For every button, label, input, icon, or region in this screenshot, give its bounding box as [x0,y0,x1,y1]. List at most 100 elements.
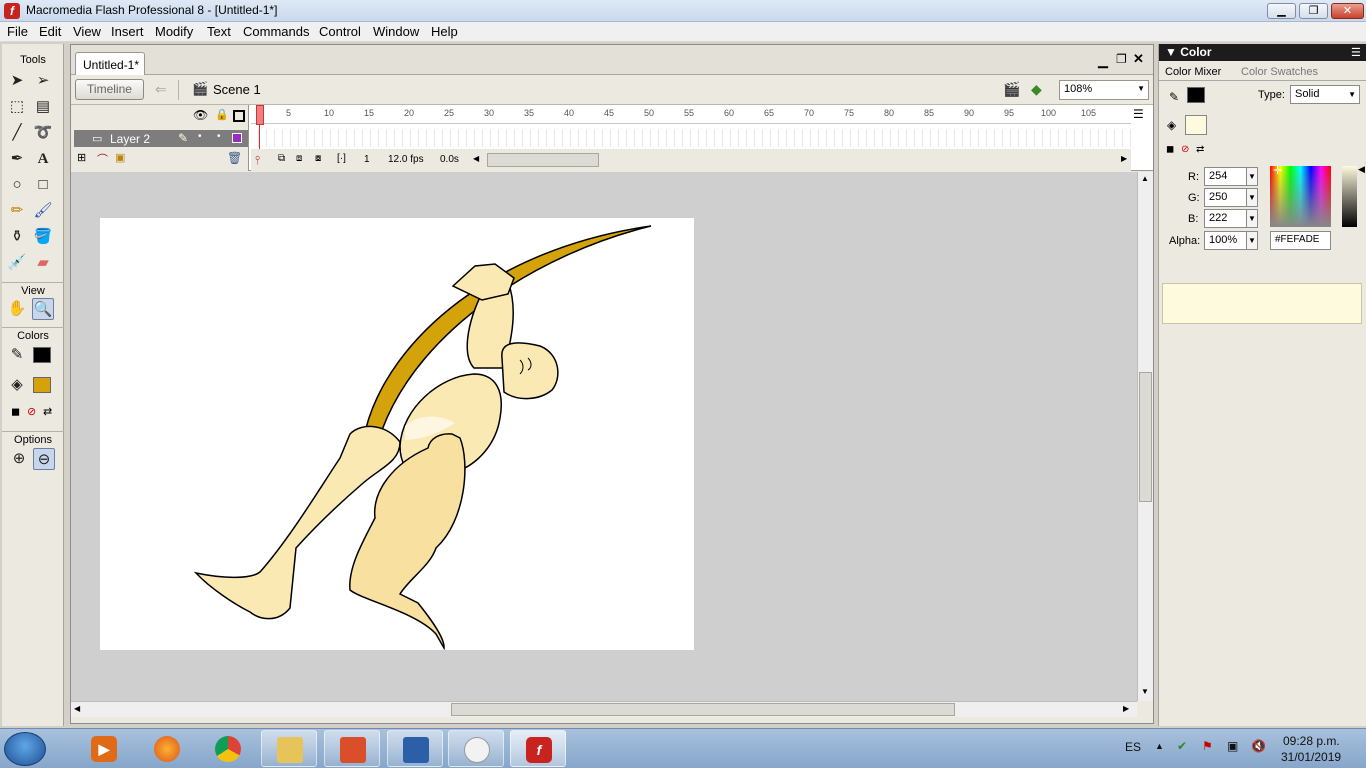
color-panel-header[interactable]: ▼ Color [1159,44,1366,61]
menu-insert[interactable]: Insert [111,24,144,39]
line-tool-icon[interactable]: ╱ [6,122,28,144]
doc-close-icon[interactable]: ✕ [1133,51,1144,67]
alpha-input[interactable]: 100% [1204,231,1248,250]
hand-tool-icon[interactable]: ✋ [6,298,28,320]
insert-layer-icon[interactable]: ⊞ [77,151,86,164]
edit-multiple-frames-icon[interactable]: ⧇ [315,153,321,164]
pen-tool-icon[interactable]: ✒ [6,148,28,170]
taskbar-media-player[interactable]: ▶ [76,730,132,767]
center-frame-icon[interactable]: ⫯ [255,153,260,168]
tray-expand-icon[interactable]: ▲ [1155,741,1164,751]
tab-color-swatches[interactable]: Color Swatches [1241,66,1318,78]
hscroll-thumb[interactable] [451,703,955,716]
zoom-in-icon[interactable]: ⊕ [8,448,30,470]
subselection-tool-icon[interactable]: ➢ [32,70,54,92]
taskbar-document[interactable] [387,730,443,767]
menu-modify[interactable]: Modify [155,24,193,39]
lock-dot-icon[interactable]: • [217,131,221,142]
language-indicator[interactable]: ES [1125,740,1141,754]
menu-edit[interactable]: Edit [39,24,61,39]
free-transform-tool-icon[interactable]: ⬚ [6,96,28,118]
menu-control[interactable]: Control [319,24,361,39]
clock-time[interactable]: 09:28 p.m. [1283,734,1340,748]
text-tool-icon[interactable]: A [32,148,54,170]
timeline-menu-icon[interactable]: ☰ [1133,107,1144,121]
flag-icon[interactable]: ⚑ [1202,739,1213,753]
scroll-right-icon[interactable]: ▶ [1121,154,1127,163]
taskbar-firefox[interactable] [139,730,195,767]
menu-window[interactable]: Window [373,24,419,39]
eyedropper-tool-icon[interactable]: 💉 [6,252,28,274]
r-slider-button[interactable]: ▼ [1246,167,1258,186]
taskbar-paint[interactable] [448,730,504,767]
add-guide-icon[interactable]: ⌒ [97,151,108,167]
swap-colors-icon[interactable]: ⇄ [43,405,52,418]
no-color-icon[interactable]: ⊘ [27,405,36,418]
delete-layer-icon[interactable]: 🗑 [227,151,242,165]
start-button[interactable] [4,732,46,766]
lock-icon[interactable]: 🔒 [215,108,229,121]
type-select[interactable]: Solid ▼ [1290,85,1360,104]
timeline-toggle-button[interactable]: Timeline [75,79,144,100]
modify-markers-icon[interactable]: [·] [337,153,346,164]
horizontal-scrollbar[interactable]: ◀ ▶ [71,701,1137,717]
swap-colors-icon[interactable]: ⇄ [1196,144,1204,155]
taskbar-chrome[interactable] [200,730,256,767]
taskbar-office[interactable] [324,730,380,767]
menu-help[interactable]: Help [431,24,458,39]
r-input[interactable]: 254 [1204,167,1248,186]
shield-icon[interactable]: ✔ [1177,739,1187,753]
menu-text[interactable]: Text [207,24,231,39]
menu-file[interactable]: File [7,24,28,39]
edit-symbols-icon[interactable]: ◆ [1031,81,1042,98]
hex-input[interactable]: #FEFADE [1270,231,1331,250]
fill-color-swatch[interactable] [33,377,51,393]
scroll-left-icon[interactable]: ◀ [473,154,479,163]
b-input[interactable]: 222 [1204,209,1248,228]
vscroll-thumb[interactable] [1139,372,1152,502]
zoom-select[interactable]: 108% ▼ [1059,80,1149,100]
frames-area[interactable]: 1 5 10 15 20 25 30 35 40 45 50 55 60 65 … [251,105,1131,149]
lasso-tool-icon[interactable]: ➰ [32,122,54,144]
rectangle-tool-icon[interactable]: □ [32,174,54,196]
eraser-tool-icon[interactable]: ▰ [32,252,54,274]
no-color-icon[interactable]: ⊘ [1181,144,1189,155]
onion-skin-icon[interactable]: ⧉ [278,153,285,164]
layer-frames-row[interactable] [251,129,1131,147]
oval-tool-icon[interactable]: ○ [6,174,28,196]
timeline-hscroll-thumb[interactable] [487,153,599,167]
b-slider-button[interactable]: ▼ [1246,209,1258,228]
maximize-button[interactable]: ❐ [1299,3,1328,19]
pencil-tool-icon[interactable]: ✏ [6,200,28,222]
ink-bottle-tool-icon[interactable]: ⚱ [6,226,28,248]
zoom-out-icon[interactable]: ⊖ [33,448,55,470]
outline-icon[interactable] [233,110,245,122]
document-tab[interactable]: Untitled-1* [75,52,145,75]
fill-transform-tool-icon[interactable]: ▤ [32,96,54,118]
minimize-button[interactable]: ▁ [1267,3,1296,19]
zoom-tool-icon[interactable]: 🔍 [32,298,54,320]
scroll-up-icon[interactable]: ▲ [1141,174,1149,183]
layer-row[interactable]: ▭ Layer 2 ✎ • • [74,130,248,147]
panel-menu-icon[interactable]: ☰ [1351,46,1361,59]
mixer-stroke-swatch[interactable] [1187,87,1205,103]
doc-minimize-icon[interactable]: ▁ [1098,53,1108,69]
default-colors-icon[interactable]: ◼ [1166,144,1174,155]
volume-muted-icon[interactable]: 🔇 [1251,739,1266,753]
edit-scene-icon[interactable]: 🎬 [1003,81,1020,98]
brush-tool-icon[interactable]: 🖌 [32,200,54,222]
clock-date[interactable]: 31/01/2019 [1281,750,1341,764]
vertical-scrollbar[interactable]: ▲ ▼ [1137,172,1153,701]
taskbar-explorer[interactable] [261,730,317,767]
menu-commands[interactable]: Commands [243,24,309,39]
back-arrow-icon[interactable]: ⇐ [155,81,167,98]
selection-tool-icon[interactable]: ➤ [6,70,28,92]
paint-bucket-tool-icon[interactable]: 🪣 [32,226,54,248]
insert-folder-icon[interactable]: ▣ [115,151,125,164]
close-button[interactable]: ✕ [1331,3,1364,19]
stage-canvas[interactable] [100,218,694,651]
brightness-slider[interactable] [1342,166,1357,227]
network-icon[interactable]: ▣ [1227,739,1238,753]
mixer-fill-swatch[interactable] [1185,115,1207,135]
onion-outlines-icon[interactable]: ⧈ [296,153,302,164]
